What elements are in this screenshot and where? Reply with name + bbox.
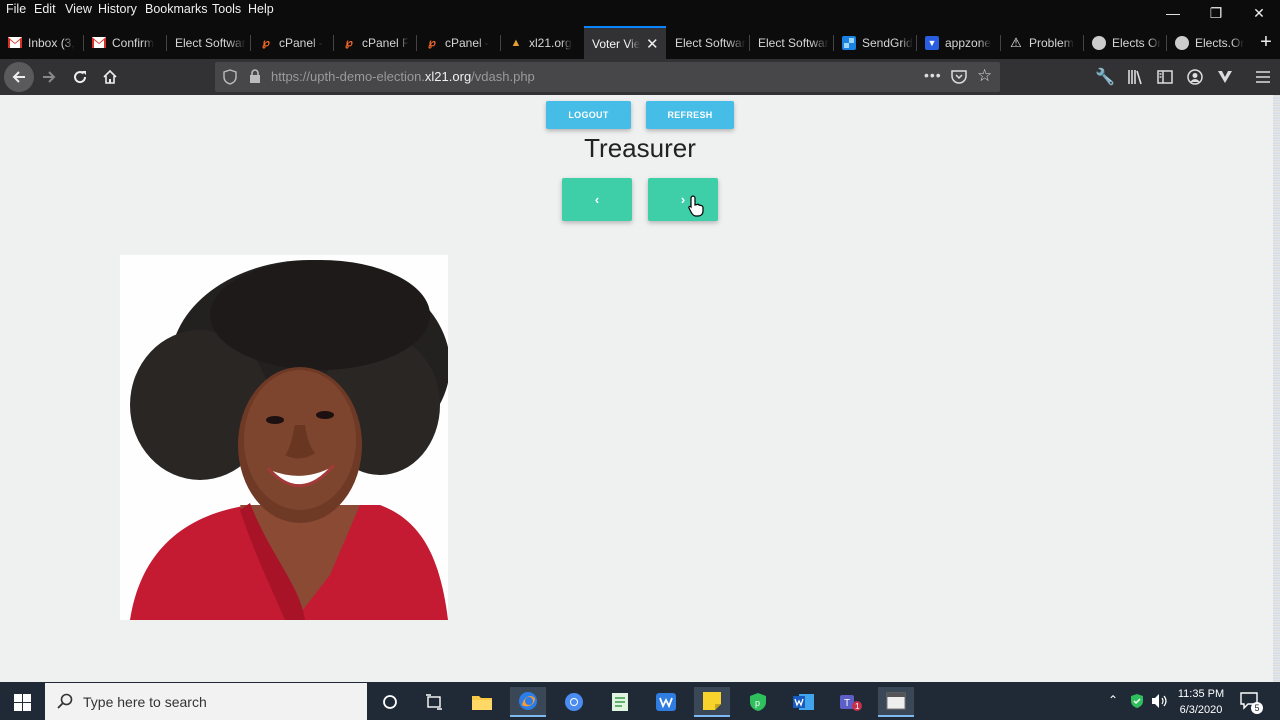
previous-button[interactable]: ‹ bbox=[562, 178, 632, 221]
scrollbar[interactable] bbox=[1273, 95, 1280, 682]
menu-bookmarks[interactable]: Bookmarks bbox=[145, 2, 208, 16]
menu-bar: File Edit View History Bookmarks Tools H… bbox=[0, 0, 1280, 21]
menu-tools[interactable]: Tools bbox=[212, 2, 241, 16]
tab-cpanel-2[interactable]: ℘ cPanel F bbox=[334, 26, 416, 59]
svg-text:p: p bbox=[755, 698, 760, 708]
tab-cpanel-1[interactable]: ℘ cPanel - bbox=[251, 26, 333, 59]
vpn-extension-icon[interactable] bbox=[1210, 62, 1240, 92]
cpanel-icon: ℘ bbox=[345, 37, 353, 49]
notepad-icon[interactable] bbox=[602, 687, 638, 717]
candidate-photo bbox=[120, 255, 448, 620]
clock-date: 6/3/2020 bbox=[1179, 704, 1223, 716]
tab-strip: Inbox (3, Confirm Elect Softwar ℘ cPanel… bbox=[0, 26, 1280, 59]
xl21-icon: ▲ bbox=[510, 36, 522, 49]
lock-icon[interactable] bbox=[249, 69, 261, 89]
forward-icon[interactable] bbox=[34, 62, 64, 92]
tab-appzone[interactable]: ▼ appzone bbox=[917, 26, 1000, 59]
cortana-icon[interactable] bbox=[372, 687, 408, 717]
notification-count-badge: 5 bbox=[1251, 702, 1263, 714]
search-placeholder: Type here to search bbox=[83, 694, 207, 710]
mouse-cursor-icon bbox=[688, 195, 704, 222]
pocket-icon[interactable] bbox=[951, 69, 967, 89]
close-tab-icon[interactable]: ✕ bbox=[646, 35, 659, 53]
globe-icon bbox=[1092, 35, 1106, 50]
volume-icon[interactable] bbox=[1151, 693, 1169, 714]
taskbar-search-box[interactable]: Type here to search bbox=[45, 683, 367, 720]
url-text[interactable]: https://upth-demo-election.xl21.org/vdas… bbox=[271, 69, 535, 84]
account-icon[interactable] bbox=[1180, 62, 1210, 92]
logout-button[interactable]: LOGOUT bbox=[546, 101, 631, 129]
back-icon[interactable] bbox=[4, 62, 34, 92]
tab-elect-software-3[interactable]: Elect Softwar bbox=[750, 26, 833, 59]
security-shield-icon[interactable] bbox=[1130, 693, 1144, 714]
firefox-taskbar-icon[interactable] bbox=[510, 687, 546, 717]
library-icon[interactable] bbox=[1120, 62, 1150, 92]
menu-history[interactable]: History bbox=[98, 2, 137, 16]
clock-time: 11:35 PM bbox=[1177, 688, 1225, 700]
tab-inbox[interactable]: Inbox (3, bbox=[0, 26, 83, 59]
globe-icon bbox=[1175, 35, 1189, 50]
navigation-bar: https://upth-demo-election.xl21.org/vdas… bbox=[0, 59, 1280, 95]
app-window-icon[interactable] bbox=[878, 687, 914, 717]
tab-elects-org-1[interactable]: Elects Or bbox=[1084, 26, 1166, 59]
next-button[interactable]: › bbox=[648, 178, 718, 221]
windows-start-icon[interactable] bbox=[4, 687, 40, 717]
tab-elect-software-2[interactable]: Elect Softwar bbox=[667, 26, 749, 59]
page-title: Treasurer bbox=[584, 133, 696, 163]
search-icon bbox=[57, 693, 73, 714]
sendgrid-icon bbox=[842, 35, 856, 50]
refresh-button[interactable]: REFRESH bbox=[646, 101, 734, 129]
task-view-icon[interactable] bbox=[416, 687, 452, 717]
shield-icon: ▼ bbox=[925, 35, 939, 50]
sidebar-icon[interactable] bbox=[1150, 62, 1180, 92]
tab-voter-view[interactable]: Voter Vie ✕ bbox=[584, 26, 666, 59]
bookmark-star-icon[interactable]: ☆ bbox=[977, 66, 992, 86]
menu-view[interactable]: View bbox=[65, 2, 92, 16]
gmail-icon bbox=[92, 36, 106, 50]
chevron-up-icon[interactable]: ⌃ bbox=[1108, 693, 1118, 707]
hamburger-menu-icon[interactable] bbox=[1248, 62, 1278, 92]
menu-help[interactable]: Help bbox=[248, 2, 274, 16]
tab-cpanel-3[interactable]: ℘ cPanel - bbox=[417, 26, 500, 59]
tab-elect-software-1[interactable]: Elect Softwar bbox=[167, 26, 250, 59]
url-bar[interactable]: https://upth-demo-election.xl21.org/vdas… bbox=[215, 62, 1000, 92]
menu-edit[interactable]: Edit bbox=[34, 2, 56, 16]
file-explorer-icon[interactable] bbox=[464, 687, 500, 717]
new-tab-icon[interactable]: + bbox=[1252, 26, 1280, 59]
word-icon[interactable] bbox=[786, 687, 822, 717]
svg-text:T: T bbox=[844, 698, 850, 709]
teams-icon[interactable]: T1 bbox=[832, 687, 868, 717]
cpanel-icon: ℘ bbox=[262, 37, 270, 49]
tab-confirm[interactable]: Confirm bbox=[84, 26, 166, 59]
sticky-notes-icon[interactable] bbox=[694, 687, 730, 717]
windows-taskbar: Type here to search p T1 ⌃ 11:35 PM 6/3/… bbox=[0, 682, 1280, 720]
reload-icon[interactable] bbox=[65, 62, 95, 92]
warning-icon: ⚠ bbox=[1010, 34, 1022, 50]
tab-elects-org-2[interactable]: Elects.Or bbox=[1167, 26, 1249, 59]
cpanel-icon: ℘ bbox=[428, 37, 436, 49]
chrome-icon[interactable] bbox=[556, 687, 592, 717]
svg-text:1: 1 bbox=[855, 702, 860, 711]
tab-problem[interactable]: ⚠ Problem bbox=[1001, 26, 1083, 59]
menu-file[interactable]: File bbox=[6, 2, 26, 16]
wps-writer-icon[interactable] bbox=[648, 687, 684, 717]
tracking-shield-icon[interactable] bbox=[223, 69, 237, 90]
page-actions-icon[interactable]: ••• bbox=[924, 67, 942, 83]
vpn-app-icon[interactable]: p bbox=[740, 687, 776, 717]
gmail-icon bbox=[8, 36, 22, 50]
home-icon[interactable] bbox=[95, 62, 125, 92]
tab-xl21[interactable]: ▲ xl21.org bbox=[501, 26, 583, 59]
system-clock[interactable]: 11:35 PM 6/3/2020 bbox=[1172, 686, 1230, 718]
tab-sendgrid[interactable]: SendGrid bbox=[834, 26, 916, 59]
wrench-icon[interactable]: 🔧 bbox=[1090, 62, 1120, 92]
